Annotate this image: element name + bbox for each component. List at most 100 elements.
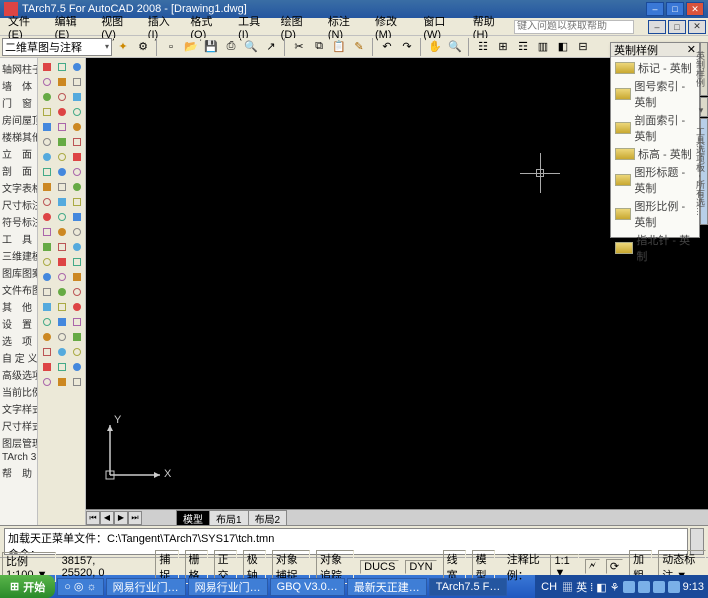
tool-button[interactable] [70, 135, 84, 149]
tool-button[interactable] [70, 75, 84, 89]
tool-button[interactable] [70, 90, 84, 104]
workspace-settings-button[interactable]: ✦ [114, 38, 132, 56]
sidetab-3[interactable]: 工具选项板 - 所有选… [700, 118, 708, 225]
palette-header[interactable]: 英制样例 ✕ [611, 43, 699, 57]
tarch-menu-item[interactable]: 轴网柱子 [2, 60, 35, 77]
tool-button[interactable] [40, 180, 54, 194]
tray-icon[interactable] [668, 581, 680, 593]
tool-button[interactable] [55, 255, 69, 269]
tool-button[interactable] [55, 135, 69, 149]
tarch-menu-item[interactable]: 图库图案 [2, 264, 35, 281]
new-button[interactable]: ▫ [162, 38, 180, 56]
tool-button[interactable] [40, 270, 54, 284]
tool-button[interactable] [55, 150, 69, 164]
mdi-min-button[interactable]: – [648, 20, 666, 34]
tool-button[interactable] [70, 120, 84, 134]
tool-button[interactable] [55, 105, 69, 119]
tool-button[interactable] [55, 285, 69, 299]
tarch-menu-item[interactable]: 三维建模 [2, 247, 35, 264]
tarch-menu-item[interactable]: 其 他 [2, 298, 35, 315]
tool-button[interactable] [70, 255, 84, 269]
tool-button[interactable] [55, 120, 69, 134]
tarch-menu-item[interactable]: 尺寸样式 [2, 417, 35, 434]
tray-icon[interactable] [623, 581, 635, 593]
tool-button[interactable] [55, 165, 69, 179]
tool-button[interactable] [55, 225, 69, 239]
palette-item[interactable]: 标高 - 英制 [613, 145, 697, 163]
pan-button[interactable]: ✋ [426, 38, 444, 56]
tarch-menu-item[interactable]: 立 面 [2, 145, 35, 162]
close-button[interactable]: ✕ [686, 2, 704, 16]
tool-button[interactable] [40, 285, 54, 299]
anno-auto-button[interactable]: ⟳ [606, 559, 623, 574]
tab-layout1[interactable]: 布局1 [209, 510, 249, 525]
print-button[interactable]: ⎙ [222, 38, 240, 56]
tool-button[interactable] [40, 105, 54, 119]
task-3[interactable]: GBQ V3.0… [270, 578, 345, 596]
open-button[interactable]: 📂 [182, 38, 200, 56]
workspace-gear-button[interactable]: ⚙ [134, 38, 152, 56]
palette-item[interactable]: 标记 - 英制 [613, 59, 697, 77]
tab-first-button[interactable]: ⏮ [86, 511, 100, 525]
start-button[interactable]: ⊞ 开始 [0, 575, 55, 598]
tarch-menu-item[interactable]: 帮 助 [2, 464, 35, 481]
tool-button[interactable] [70, 240, 84, 254]
palette-item[interactable]: 图形标题 - 英制 [613, 163, 697, 197]
tool-palette-button[interactable]: ☶ [514, 38, 532, 56]
tarch-menu-item[interactable]: 文字样式 [2, 400, 35, 417]
tarch-menu-item[interactable]: 当前比例 [2, 383, 35, 400]
tool-button[interactable] [70, 360, 84, 374]
zoom-button[interactable]: 🔍 [446, 38, 464, 56]
markup-button[interactable]: ◧ [554, 38, 572, 56]
tarch-menu-item[interactable]: 选 项 [2, 332, 35, 349]
tab-model[interactable]: 模型 [176, 510, 210, 525]
tool-button[interactable] [70, 210, 84, 224]
tab-last-button[interactable]: ⏭ [128, 511, 142, 525]
tarch-menu-item[interactable]: 工 具 [2, 230, 35, 247]
tool-button[interactable] [55, 240, 69, 254]
undo-button[interactable]: ↶ [378, 38, 396, 56]
ime-indicator[interactable]: CH [539, 581, 559, 593]
tool-button[interactable] [70, 195, 84, 209]
sidetab-1[interactable]: 英制样例 [700, 42, 708, 96]
tool-button[interactable] [40, 315, 54, 329]
task-4[interactable]: 最新天正建… [347, 578, 427, 596]
tool-button[interactable] [70, 315, 84, 329]
clock[interactable]: 9:13 [683, 581, 704, 593]
palette-item[interactable]: 图号索引 - 英制 [613, 77, 697, 111]
tool-button[interactable] [55, 345, 69, 359]
tool-button[interactable] [40, 150, 54, 164]
publish-button[interactable]: ↗ [262, 38, 280, 56]
tool-button[interactable] [40, 375, 54, 389]
tarch-menu-item[interactable]: 自 定 义 [2, 349, 35, 366]
tarch-menu-item[interactable]: 符号标注 [2, 213, 35, 230]
minimize-button[interactable]: – [646, 2, 664, 16]
tool-button[interactable] [70, 300, 84, 314]
tool-button[interactable] [55, 210, 69, 224]
tarch-menu-item[interactable]: 房间屋顶 [2, 111, 35, 128]
palette-item[interactable]: 指北针 - 英制 [613, 231, 697, 265]
tool-button[interactable] [40, 225, 54, 239]
task-1[interactable]: 网易行业门… [106, 578, 186, 596]
maximize-button[interactable]: □ [666, 2, 684, 16]
tab-next-button[interactable]: ▶ [114, 511, 128, 525]
tool-button[interactable] [40, 90, 54, 104]
ime-bar[interactable]: ▦ 英 ⁞ ◧ ⚘ [562, 579, 620, 595]
tarch-menu-item[interactable]: 剖 面 [2, 162, 35, 179]
tarch-menu-item[interactable]: 文件布图 [2, 281, 35, 298]
toggle-dyn[interactable]: DYN [405, 560, 436, 574]
tarch-menu-item[interactable]: 文字表格 [2, 179, 35, 196]
anno-vis-button[interactable]: 🗲 [585, 559, 600, 574]
tool-button[interactable] [40, 240, 54, 254]
tool-button[interactable] [40, 300, 54, 314]
tarch-menu-item[interactable]: 门 窗 [2, 94, 35, 111]
tool-button[interactable] [70, 60, 84, 74]
help-search-input[interactable] [514, 20, 634, 34]
tarch-menu-item[interactable]: 设 置 [2, 315, 35, 332]
tarch-menu-item[interactable]: 墙 体 [2, 77, 35, 94]
palette-item[interactable]: 图形比例 - 英制 [613, 197, 697, 231]
tarch-menu-item[interactable]: TArch 3 [2, 451, 35, 464]
workspace-combo[interactable]: 二维草图与注释▾ [2, 38, 112, 56]
mdi-close-button[interactable]: ✕ [688, 20, 706, 34]
tool-button[interactable] [70, 225, 84, 239]
